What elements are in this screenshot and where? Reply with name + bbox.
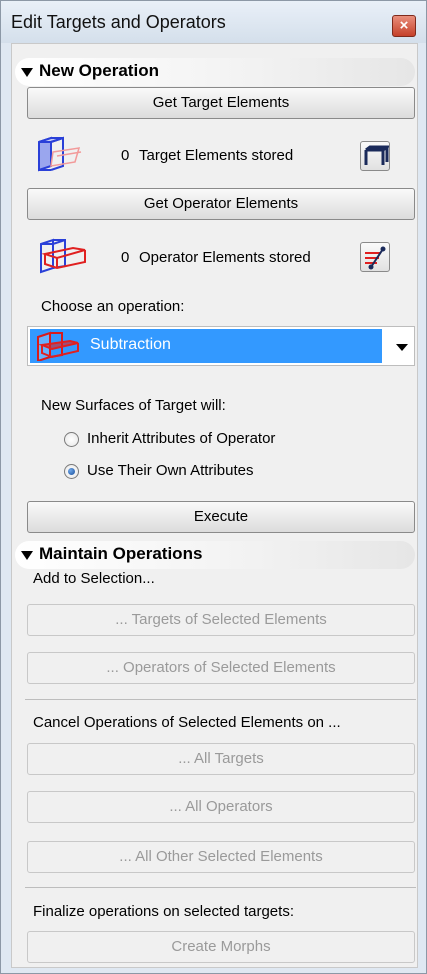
radio-inherit-label[interactable]: Inherit Attributes of Operator — [87, 430, 275, 447]
section-divider — [25, 699, 416, 700]
subtraction-icon — [37, 331, 79, 361]
get-target-elements-button[interactable]: Get Target Elements — [27, 87, 415, 119]
close-button[interactable]: × — [392, 15, 416, 37]
execute-button[interactable]: Execute — [27, 501, 415, 533]
operators-of-selected-button[interactable]: ... Operators of Selected Elements — [27, 652, 415, 684]
radio-use-own-attributes[interactable] — [64, 464, 79, 479]
maintain-operations-title: Maintain Operations — [39, 544, 203, 563]
edit-targets-window: Edit Targets and Operators × New Operati… — [0, 0, 427, 974]
maintain-operations-header[interactable]: Maintain Operations — [15, 541, 415, 569]
window-title: Edit Targets and Operators — [11, 12, 226, 32]
operator-element-icon — [40, 238, 86, 274]
choose-operation-label: Choose an operation: — [41, 298, 185, 315]
add-to-selection-label: Add to Selection... — [33, 570, 155, 587]
create-morphs-button[interactable]: Create Morphs — [27, 931, 415, 963]
dropdown-arrow-icon[interactable] — [396, 344, 408, 351]
collapse-triangle-icon — [21, 551, 33, 560]
operation-dropdown[interactable]: Subtraction — [27, 326, 415, 366]
target-element-icon — [38, 136, 82, 172]
collapse-triangle-icon — [21, 68, 33, 77]
all-operators-button[interactable]: ... All Operators — [27, 791, 415, 823]
cancel-operations-label: Cancel Operations of Selected Elements o… — [33, 714, 341, 731]
radio-inherit-attributes[interactable] — [64, 432, 79, 447]
operator-stored-label: Operator Elements stored — [139, 249, 311, 266]
radio-own-label[interactable]: Use Their Own Attributes — [87, 462, 253, 479]
show-operators-button[interactable] — [360, 242, 390, 272]
all-targets-button[interactable]: ... All Targets — [27, 743, 415, 775]
new-operation-title: New Operation — [39, 61, 159, 80]
get-operator-elements-button[interactable]: Get Operator Elements — [27, 188, 415, 220]
operation-selected-item: Subtraction — [30, 329, 382, 363]
operation-selected-text: Subtraction — [90, 336, 171, 353]
show-targets-button[interactable] — [360, 141, 392, 171]
section-divider — [25, 887, 416, 888]
operator-frame-icon — [365, 246, 386, 270]
all-other-selected-button[interactable]: ... All Other Selected Elements — [27, 841, 415, 873]
target-count: 0 — [121, 147, 130, 164]
target-stored-label: Target Elements stored — [139, 147, 294, 164]
new-operation-header[interactable]: New Operation — [15, 58, 415, 86]
title-bar[interactable]: Edit Targets and Operators × — [1, 1, 426, 43]
new-surfaces-label: New Surfaces of Target will: — [41, 397, 226, 414]
target-frame-icon — [364, 145, 392, 165]
operator-count: 0 — [121, 249, 130, 266]
finalize-label: Finalize operations on selected targets: — [33, 903, 294, 920]
targets-of-selected-button[interactable]: ... Targets of Selected Elements — [27, 604, 415, 636]
